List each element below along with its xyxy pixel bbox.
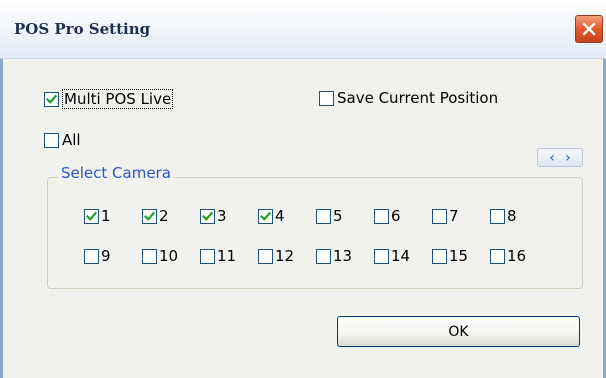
close-button[interactable]	[575, 15, 603, 43]
close-icon	[582, 22, 596, 36]
camera-checkbox[interactable]	[142, 248, 157, 264]
camera-option[interactable]: 9	[84, 247, 142, 265]
camera-option[interactable]: 4	[258, 207, 316, 225]
camera-label: 15	[449, 247, 469, 265]
camera-label: 5	[333, 207, 343, 225]
camera-label: 13	[333, 247, 353, 265]
camera-row-2: 9 10 11 12 13 14 15 16	[84, 247, 548, 265]
select-camera-group	[47, 177, 583, 289]
camera-label: 1	[101, 207, 111, 225]
camera-option[interactable]: 3	[200, 207, 258, 225]
camera-checkbox[interactable]	[374, 208, 389, 224]
camera-option[interactable]: 5	[316, 207, 374, 225]
check-mark-icon	[86, 211, 97, 221]
window-title: POS Pro Setting	[14, 20, 151, 38]
camera-option[interactable]: 11	[200, 247, 258, 265]
check-mark-icon	[202, 211, 213, 221]
camera-option[interactable]: 15	[432, 247, 490, 265]
camera-option[interactable]: 16	[490, 247, 548, 265]
camera-option[interactable]: 12	[258, 247, 316, 265]
dialog-window: POS Pro Setting Multi POS Live Save Curr…	[0, 0, 606, 378]
camera-checkbox[interactable]	[316, 208, 331, 224]
save-current-position-checkbox[interactable]	[319, 90, 334, 106]
select-camera-title: Select Camera	[58, 164, 174, 182]
camera-checkbox[interactable]	[200, 208, 215, 224]
camera-checkbox[interactable]	[490, 208, 505, 224]
multi-pos-live-checkbox[interactable]	[44, 91, 59, 107]
save-current-position-label: Save Current Position	[337, 89, 499, 107]
all-checkbox[interactable]	[44, 132, 59, 148]
check-mark-icon	[46, 94, 57, 104]
multi-pos-live-option[interactable]: Multi POS Live	[44, 89, 174, 109]
check-mark-icon	[144, 211, 155, 221]
camera-checkbox[interactable]	[84, 208, 99, 224]
camera-checkbox[interactable]	[316, 248, 331, 264]
camera-page-scroller[interactable]: ‹ ›	[537, 148, 583, 167]
camera-checkbox[interactable]	[432, 248, 447, 264]
camera-checkbox[interactable]	[84, 248, 99, 264]
camera-checkbox[interactable]	[258, 248, 273, 264]
scroll-right-icon[interactable]: ›	[565, 151, 571, 165]
camera-label: 7	[449, 207, 459, 225]
camera-label: 12	[275, 247, 295, 265]
camera-option[interactable]: 1	[84, 207, 142, 225]
ok-button[interactable]: OK	[337, 316, 580, 347]
all-option[interactable]: All	[44, 131, 81, 149]
camera-row-1: 1 2 3 4 5 6 7 8	[84, 207, 548, 225]
camera-label: 9	[101, 247, 111, 265]
title-bar[interactable]: POS Pro Setting	[0, 0, 606, 59]
scroll-left-icon[interactable]: ‹	[549, 151, 555, 165]
camera-checkbox[interactable]	[490, 248, 505, 264]
camera-label: 4	[275, 207, 285, 225]
camera-label: 6	[391, 207, 401, 225]
camera-option[interactable]: 2	[142, 207, 200, 225]
camera-checkbox[interactable]	[142, 208, 157, 224]
camera-option[interactable]: 13	[316, 247, 374, 265]
all-label: All	[62, 131, 81, 149]
camera-checkbox[interactable]	[200, 248, 215, 264]
camera-label: 11	[217, 247, 237, 265]
camera-label: 10	[159, 247, 179, 265]
save-current-position-option[interactable]: Save Current Position	[319, 89, 498, 107]
camera-option[interactable]: 8	[490, 207, 548, 225]
camera-label: 16	[507, 247, 527, 265]
camera-checkbox[interactable]	[432, 208, 447, 224]
multi-pos-live-label: Multi POS Live	[62, 89, 174, 109]
camera-option[interactable]: 14	[374, 247, 432, 265]
camera-checkbox[interactable]	[258, 208, 273, 224]
camera-label: 8	[507, 207, 517, 225]
camera-label: 3	[217, 207, 227, 225]
camera-option[interactable]: 6	[374, 207, 432, 225]
camera-label: 14	[391, 247, 411, 265]
camera-option[interactable]: 10	[142, 247, 200, 265]
camera-option[interactable]: 7	[432, 207, 490, 225]
camera-checkbox[interactable]	[374, 248, 389, 264]
camera-label: 2	[159, 207, 169, 225]
check-mark-icon	[260, 211, 271, 221]
